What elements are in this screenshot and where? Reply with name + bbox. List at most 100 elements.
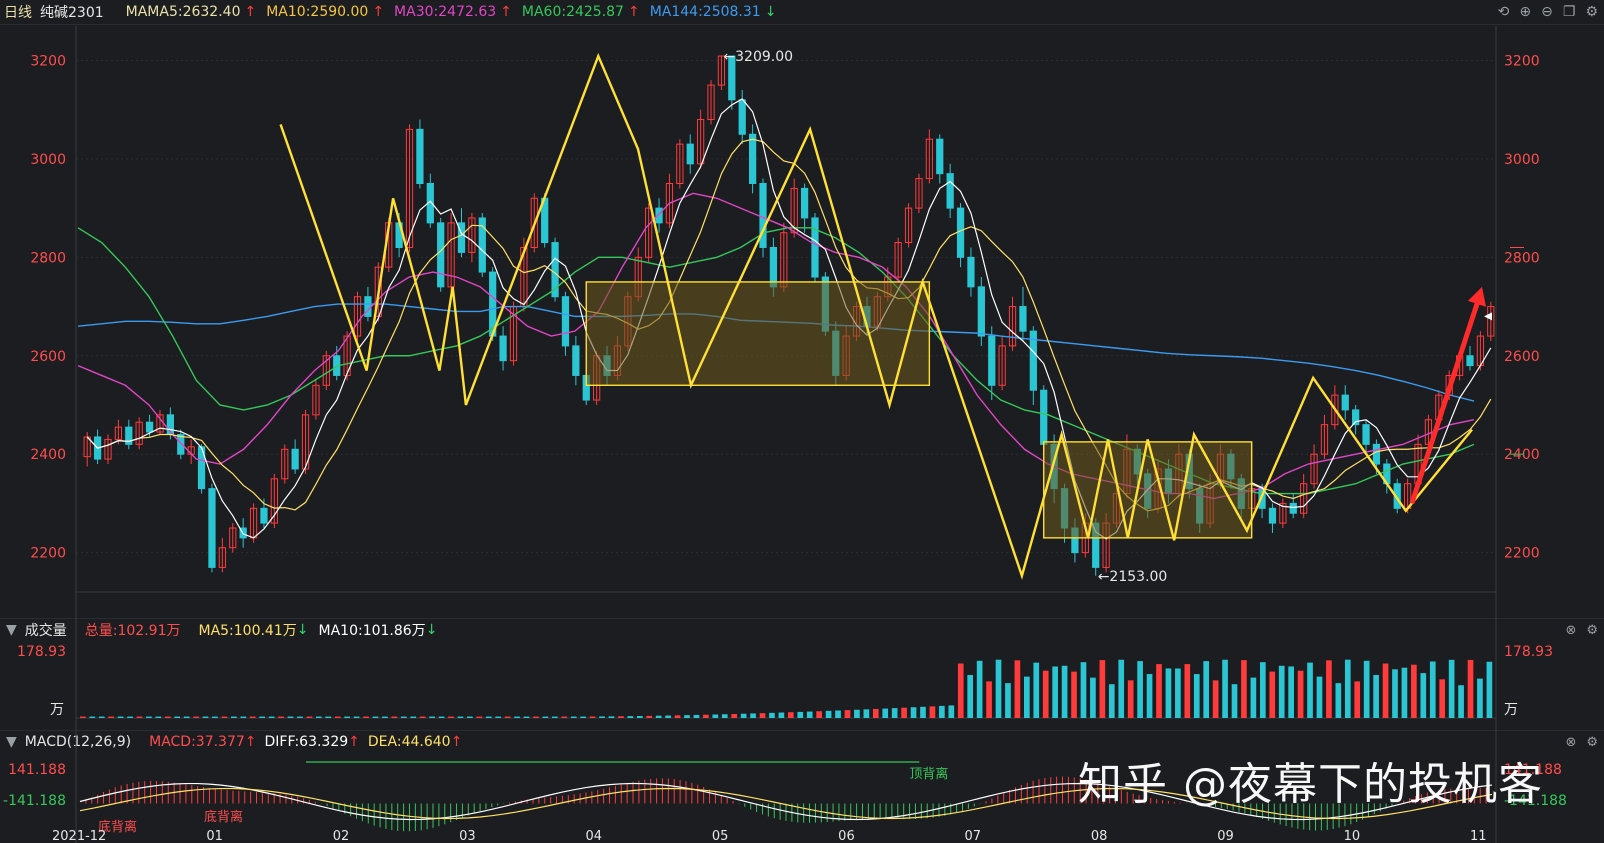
volume-bar [240, 716, 247, 718]
volume-bar [835, 710, 841, 718]
volume-bar [1297, 670, 1304, 718]
volume-bar [542, 716, 549, 718]
volume-bar [1165, 668, 1172, 718]
month-label: 02 [333, 829, 350, 843]
volume-bar [1373, 674, 1379, 718]
candle-body [977, 286, 985, 337]
volume-bar [363, 716, 369, 718]
volume-bar [627, 716, 634, 718]
volume-bar [1175, 668, 1181, 718]
volume-bar [1401, 667, 1408, 718]
volume-bar [1458, 685, 1464, 718]
volume-bar [721, 714, 728, 718]
volume-bar [570, 716, 577, 718]
candle-body [572, 345, 580, 376]
trend-arrow [1409, 300, 1481, 505]
candle-body [956, 207, 965, 258]
volume-unit-left: 万 [50, 702, 64, 718]
volume-bar [769, 712, 775, 718]
consolidation-box [585, 281, 931, 386]
volume-bar [825, 710, 832, 718]
volume-bar [448, 716, 454, 718]
volume-bar [98, 716, 105, 718]
volume-bar [155, 716, 162, 718]
volume-bar [731, 713, 738, 718]
kline-chart[interactable]: 2200 2200 2400 2400 2600 2600 2800 2800 3000 3000… [0, 0, 1604, 843]
volume-bar [268, 716, 275, 718]
volume-bar [127, 716, 133, 718]
volume-bar [438, 716, 445, 718]
volume-bar [1080, 662, 1087, 718]
price-tick-left: 2800 [30, 250, 66, 266]
volume-bar [1316, 676, 1323, 718]
volume-bar [1448, 659, 1455, 718]
volume-bar [740, 713, 747, 718]
volume-bar [1486, 661, 1493, 718]
volume-bar [334, 716, 341, 718]
volume-bar [1071, 671, 1077, 718]
volume-bar [523, 716, 530, 718]
volume-bar [174, 716, 181, 718]
volume-bar [259, 716, 266, 718]
volume-bar [665, 715, 671, 718]
candle-body [748, 133, 757, 184]
volume-bar [561, 716, 568, 718]
volume-bar [1156, 664, 1162, 718]
volume-bar [1269, 671, 1276, 718]
price-tick-left: 3000 [30, 152, 66, 168]
candle-body [1466, 355, 1474, 367]
volume-bar [117, 716, 124, 718]
volume-bar [410, 716, 417, 718]
volume-bar [872, 708, 879, 718]
candle-body [967, 256, 975, 288]
month-label: 07 [965, 829, 982, 843]
volume-bar [419, 716, 426, 718]
volume-bar [1014, 660, 1021, 718]
macd-bottom-tick: -141.188 [3, 793, 66, 809]
volume-bar [854, 709, 860, 718]
volume-bar [750, 713, 756, 718]
volume-bar [146, 716, 152, 718]
volume-bar [844, 710, 851, 718]
volume-bar [759, 713, 766, 718]
volume-bar [1108, 684, 1115, 718]
volume-bar [816, 711, 822, 718]
volume-bar [278, 716, 284, 718]
candle-body [1372, 443, 1381, 465]
volume-bar [1344, 659, 1351, 718]
volume-bar [1250, 677, 1257, 718]
volume-bar [995, 659, 1002, 718]
volume-bar [1118, 659, 1125, 718]
volume-bar [429, 716, 435, 718]
volume-bar [939, 705, 945, 718]
volume-bar [221, 716, 228, 718]
price-tick-right: 2200 [1504, 546, 1540, 562]
volume-bar [1090, 677, 1096, 718]
month-label: 10 [1344, 829, 1361, 843]
high-annotation: ←3209.00 [723, 49, 793, 65]
volume-bar [1429, 661, 1436, 718]
macd-top-tick: 141.188 [8, 762, 66, 778]
volume-bar [608, 716, 615, 718]
volume-bar [476, 716, 483, 718]
volume-bar [1222, 659, 1228, 718]
price-tick-left: 2200 [30, 546, 66, 562]
volume-bar [467, 716, 473, 718]
volume-bar [788, 712, 794, 718]
volume-bar [599, 716, 605, 718]
volume-bar [306, 716, 313, 718]
volume-bar [344, 716, 350, 718]
candle-body [499, 335, 507, 362]
volume-bar [1288, 666, 1294, 718]
volume-bar [80, 716, 86, 718]
candle-body [686, 143, 694, 165]
volume-bar [372, 716, 379, 718]
volume-bar [806, 711, 813, 718]
candle-body [1341, 394, 1349, 411]
volume-unit-right: 万 [1504, 702, 1518, 718]
price-tick-right: 2800 [1504, 250, 1540, 266]
month-label: 08 [1091, 829, 1108, 843]
candle-body [946, 173, 954, 209]
candle-body [260, 507, 268, 524]
volume-bar [910, 707, 917, 718]
